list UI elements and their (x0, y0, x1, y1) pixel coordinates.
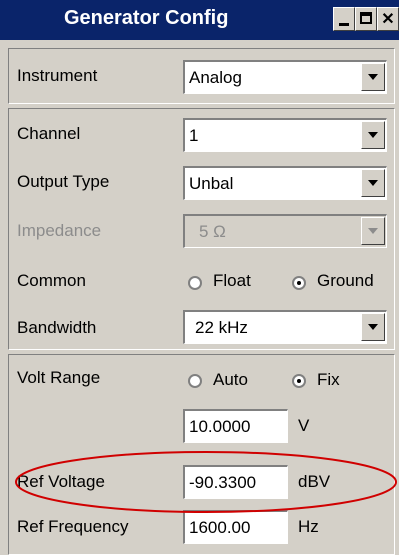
ref-voltage-highlight-ellipse (15, 451, 397, 513)
highlight-ellipse-overlay (15, 451, 397, 513)
generator-config-window: Generator Config ✕ Instrument Analog Cha… (0, 0, 399, 555)
